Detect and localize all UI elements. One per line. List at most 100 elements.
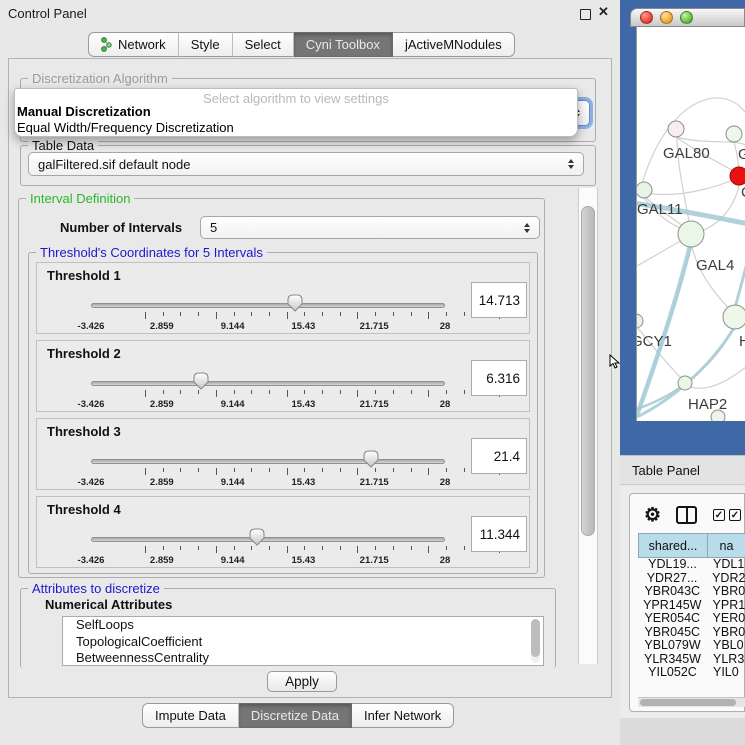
cell-name: YBR0 xyxy=(707,585,745,599)
table-horizontal-scrollbar[interactable] xyxy=(638,697,745,707)
network-node[interactable] xyxy=(726,126,742,142)
threshold-value-field[interactable]: 14.713 xyxy=(471,282,527,318)
network-node[interactable] xyxy=(637,182,652,198)
slider-tick xyxy=(375,546,376,550)
slider-tick xyxy=(304,546,305,550)
network-graph: GAL80GACGAL11GAL4GCY1HHAP2 xyxy=(637,27,745,421)
attributes-group-label: Attributes to discretize xyxy=(28,581,164,596)
slider-tick-label: 28 xyxy=(440,555,451,566)
table-row[interactable]: YPR145WYPR1 xyxy=(638,599,745,613)
slider-tick xyxy=(446,312,447,316)
slider-track[interactable] xyxy=(91,303,445,308)
node-table[interactable]: shared... na YDL19...YDL1YDR27...YDR2YBR… xyxy=(638,533,745,680)
attribute-list-item[interactable]: SelfLoops xyxy=(63,617,543,634)
cell-name: YIL0 xyxy=(707,666,739,680)
network-node[interactable] xyxy=(678,221,704,247)
network-node[interactable] xyxy=(637,314,643,328)
slider-tick xyxy=(464,390,465,394)
network-node[interactable] xyxy=(730,167,745,185)
table-data-group-label: Table Data xyxy=(28,138,98,153)
table-rows: YDL19...YDL1YDR27...YDR2YBR043CYBR0YPR14… xyxy=(638,558,745,680)
scrollbar-thumb[interactable] xyxy=(640,699,736,706)
slider-tick xyxy=(428,312,429,319)
slider-tick xyxy=(234,390,235,394)
table-row[interactable]: YBL079WYBL0 xyxy=(638,639,745,653)
slider-track[interactable] xyxy=(91,537,445,542)
network-node-label: GAL11 xyxy=(637,201,683,218)
float-window-icon[interactable] xyxy=(580,9,591,20)
tab-network[interactable]: Network xyxy=(88,32,179,57)
slider-thumb[interactable] xyxy=(249,528,265,549)
slider-tick-label: 15.43 xyxy=(292,477,316,488)
attribute-list-item[interactable]: TopologicalCoefficient xyxy=(63,634,543,651)
minimize-traffic-light-icon[interactable] xyxy=(660,11,673,24)
attribute-list-item[interactable]: BetweennessCentrality xyxy=(63,650,543,666)
slider-tick xyxy=(216,468,217,475)
tab-infer-network[interactable]: Infer Network xyxy=(352,703,454,728)
scrollbar-thumb[interactable] xyxy=(581,206,595,536)
slider-thumb[interactable] xyxy=(363,450,379,471)
slider-tick xyxy=(234,468,235,472)
slider-tick-label: 28 xyxy=(440,321,451,332)
slider-tick xyxy=(411,468,412,472)
slider-tick-label: 28 xyxy=(440,477,451,488)
network-node[interactable] xyxy=(723,305,745,329)
slider-tick-label: 9.144 xyxy=(221,321,245,332)
table-row[interactable]: YDL19...YDL1 xyxy=(638,558,745,572)
tab-cyni-toolbox[interactable]: Cyni Toolbox xyxy=(294,32,393,57)
split-columns-icon[interactable] xyxy=(676,506,697,524)
threshold-value-field[interactable]: 21.4 xyxy=(471,438,527,474)
slider-tick-label: 2.859 xyxy=(150,555,174,566)
column-header-shared[interactable]: shared... xyxy=(638,533,707,558)
threshold-panel: Threshold 4-3.4262.8599.14415.4321.71528… xyxy=(36,496,530,568)
table-row[interactable]: YER054CYER0 xyxy=(638,612,745,626)
apply-button[interactable]: Apply xyxy=(267,671,337,692)
zoom-traffic-light-icon[interactable] xyxy=(680,11,693,24)
bottom-tab-bar: Impute Data Discretize Data Infer Networ… xyxy=(142,703,454,727)
checkbox-icon[interactable]: ✓ xyxy=(713,509,725,521)
gear-icon[interactable]: ⚙ xyxy=(644,504,661,527)
dropdown-item-equal-width[interactable]: Equal Width/Frequency Discretization xyxy=(17,120,234,135)
slider-tick xyxy=(251,312,252,316)
table-row[interactable]: YBR045CYBR0 xyxy=(638,626,745,640)
threshold-value-field[interactable]: 6.316 xyxy=(471,360,527,396)
network-node-label: GAL4 xyxy=(696,257,734,274)
slider-tick xyxy=(340,390,341,394)
slider-tick xyxy=(269,546,270,550)
checkbox-icon[interactable]: ✓ xyxy=(729,509,741,521)
slider-thumb[interactable] xyxy=(193,372,209,393)
table-row[interactable]: YLR345WYLR3 xyxy=(638,653,745,667)
close-icon[interactable]: ✕ xyxy=(598,4,609,20)
slider-tick xyxy=(375,390,376,394)
network-window-titlebar[interactable] xyxy=(630,8,745,27)
tab-style[interactable]: Style xyxy=(179,32,233,57)
table-row[interactable]: YBR043CYBR0 xyxy=(638,585,745,599)
slider-track[interactable] xyxy=(91,381,445,386)
algorithm-group-label: Discretization Algorithm xyxy=(28,71,172,86)
slider-tick xyxy=(216,312,217,319)
slider-tick xyxy=(180,546,181,550)
numerical-attributes-list[interactable]: SelfLoopsTopologicalCoefficientBetweenne… xyxy=(62,616,544,666)
table-data-combo[interactable]: galFiltered.sif default node xyxy=(28,152,584,176)
table-row[interactable]: YIL052CYIL0 xyxy=(638,666,745,680)
slider-tick xyxy=(428,546,429,553)
dropdown-item-manual-discretization[interactable]: Manual Discretization xyxy=(17,104,151,119)
close-traffic-light-icon[interactable] xyxy=(640,11,653,24)
tab-discretize-data[interactable]: Discretize Data xyxy=(239,703,352,728)
content-vertical-scrollbar[interactable] xyxy=(578,188,598,664)
tab-jactivemnodules[interactable]: jActiveMNodules xyxy=(393,32,515,57)
column-header-name[interactable]: na xyxy=(707,533,745,558)
network-view-canvas[interactable]: GAL80GACGAL11GAL4GCY1HHAP2 xyxy=(636,27,745,421)
slider-track[interactable] xyxy=(91,459,445,464)
slider-thumb[interactable] xyxy=(287,294,303,315)
threshold-value-field[interactable]: 11.344 xyxy=(471,516,527,552)
network-node-label: C xyxy=(741,184,745,201)
network-node[interactable] xyxy=(668,121,684,137)
num-intervals-combo[interactable]: 5 xyxy=(200,216,540,239)
list-scrollbar[interactable] xyxy=(531,619,540,663)
tab-impute-data[interactable]: Impute Data xyxy=(142,703,239,728)
tab-select[interactable]: Select xyxy=(233,32,294,57)
network-node[interactable] xyxy=(678,376,692,390)
table-row[interactable]: YDR27...YDR2 xyxy=(638,572,745,586)
slider-tick-label: 15.43 xyxy=(292,321,316,332)
